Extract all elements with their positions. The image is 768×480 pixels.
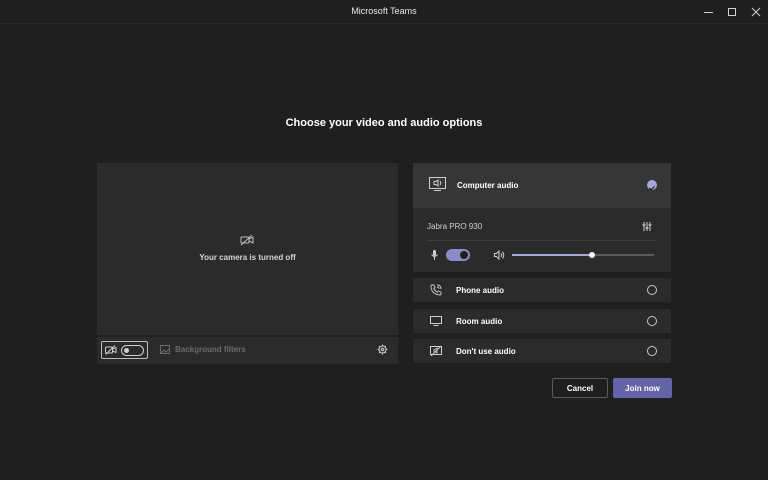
switch-knob [460,251,468,259]
radio-button[interactable] [647,285,657,295]
phone-audio-label: Phone audio [456,286,504,295]
page-title: Choose your video and audio options [285,117,483,129]
volume-slider[interactable] [512,252,654,258]
radio-button[interactable] [647,346,657,356]
checkmark-icon [647,180,657,191]
radio-button[interactable] [647,316,657,326]
no-audio-icon [430,345,442,357]
room-audio-label: Room audio [456,317,503,326]
computer-audio-label: Computer audio [457,181,519,190]
room-audio-option[interactable]: Room audio [413,309,671,333]
phone-audio-option[interactable]: Phone audio [413,278,671,302]
monitor-icon [430,316,442,326]
camera-off-icon [105,345,117,355]
computer-audio-option[interactable] [413,163,671,208]
camera-switch[interactable] [121,345,144,356]
microphone-toggle[interactable] [446,249,470,261]
close-icon [751,7,761,17]
close-button[interactable] [744,0,768,24]
device-settings-icon[interactable] [642,222,652,231]
audio-device-name[interactable]: Jabra PRO 930 [427,222,482,231]
minimize-icon [703,11,713,13]
camera-toggle[interactable] [101,341,148,359]
minimize-button[interactable] [696,0,720,24]
no-audio-option[interactable]: Don't use audio [413,339,671,363]
cancel-button[interactable]: Cancel [552,378,608,398]
join-now-button[interactable]: Join now [613,378,672,398]
gear-icon[interactable] [377,344,388,355]
volume-fill [512,254,592,256]
switch-knob [124,348,129,353]
camera-off-icon [240,234,254,246]
divider [427,240,657,241]
volume-thumb[interactable] [588,252,595,258]
microphone-icon [431,250,438,260]
video-preview [97,163,398,335]
maximize-icon [728,8,736,16]
background-filters-button[interactable]: Background filters [175,345,246,354]
background-filters-icon [160,345,170,354]
maximize-button[interactable] [720,0,744,24]
phone-icon [430,284,442,296]
speaker-icon [494,250,505,260]
title-bar: Microsoft Teams [0,0,768,24]
computer-audio-icon [429,177,446,191]
camera-status-text: Your camera is turned off [199,253,296,262]
window-title: Microsoft Teams [351,6,417,16]
no-audio-label: Don't use audio [456,347,516,356]
